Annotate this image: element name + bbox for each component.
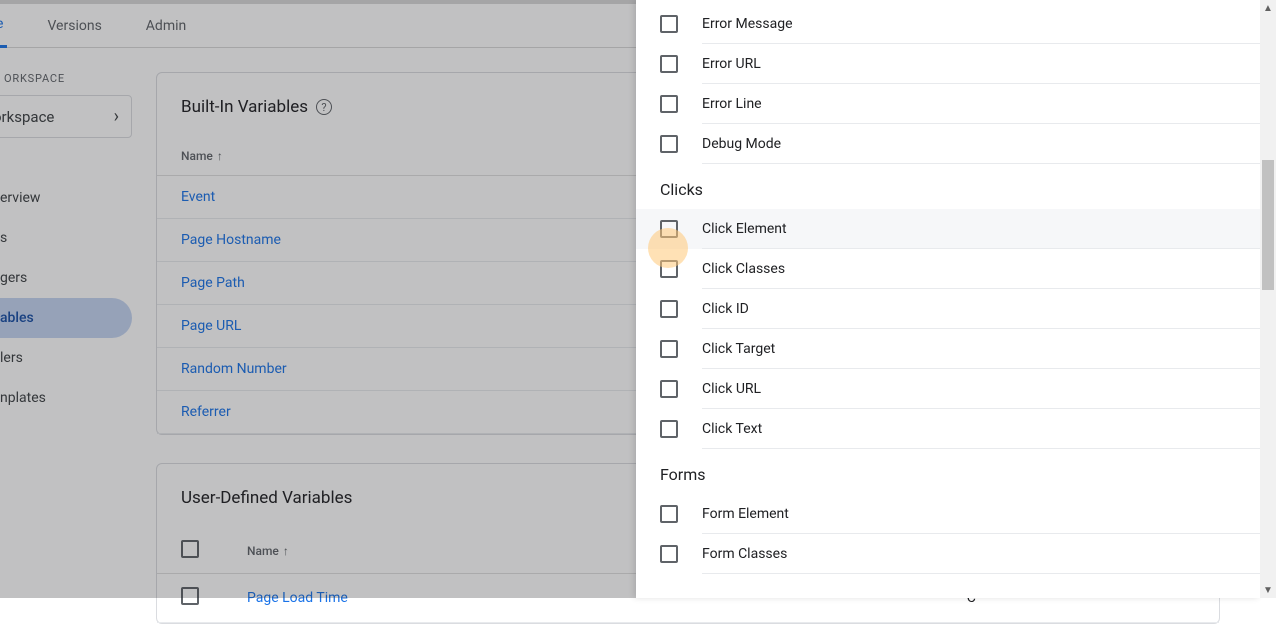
var-debug-mode[interactable]: Debug Mode (636, 124, 1260, 164)
var-label: Click ID (702, 289, 1260, 329)
var-click-element[interactable]: Click Element (636, 209, 1260, 249)
var-label: Debug Mode (702, 124, 1260, 164)
panel-scrollbar[interactable]: ▲ ▼ (1260, 0, 1276, 598)
checkbox[interactable] (660, 420, 678, 438)
checkbox[interactable] (660, 15, 678, 33)
section-title-forms: Forms (636, 449, 1260, 494)
configure-builtin-variables-panel: Error Message Error URL Error Line Debug… (636, 0, 1260, 598)
checkbox[interactable] (660, 260, 678, 278)
checkbox[interactable] (660, 135, 678, 153)
var-click-text[interactable]: Click Text (636, 409, 1260, 449)
var-label: Form Element (702, 494, 1260, 534)
panel-section-clicks: Click Element Click Classes Click ID Cli… (636, 209, 1260, 449)
var-label: Error Message (702, 4, 1260, 44)
var-error-url[interactable]: Error URL (636, 44, 1260, 84)
checkbox[interactable] (660, 505, 678, 523)
var-click-url[interactable]: Click URL (636, 369, 1260, 409)
var-error-message[interactable]: Error Message (636, 4, 1260, 44)
var-label: Click Text (702, 409, 1260, 449)
checkbox[interactable] (660, 55, 678, 73)
scroll-down-button[interactable]: ▼ (1260, 582, 1276, 598)
var-error-line[interactable]: Error Line (636, 84, 1260, 124)
checkbox[interactable] (660, 95, 678, 113)
checkbox[interactable] (660, 220, 678, 238)
var-label: Error Line (702, 84, 1260, 124)
var-label: Form Classes (702, 534, 1260, 574)
var-label: Click Element (702, 209, 1260, 249)
var-click-classes[interactable]: Click Classes (636, 249, 1260, 289)
var-form-element[interactable]: Form Element (636, 494, 1260, 534)
var-form-classes[interactable]: Form Classes (636, 534, 1260, 574)
checkbox[interactable] (660, 340, 678, 358)
panel-section-forms: Form Element Form Classes (636, 494, 1260, 574)
var-label: Click URL (702, 369, 1260, 409)
checkbox[interactable] (660, 380, 678, 398)
var-label: Click Classes (702, 249, 1260, 289)
scroll-thumb[interactable] (1262, 160, 1274, 290)
checkbox[interactable] (660, 545, 678, 563)
checkbox[interactable] (660, 300, 678, 318)
panel-section-errors: Error Message Error URL Error Line Debug… (636, 4, 1260, 164)
var-label: Error URL (702, 44, 1260, 84)
scroll-up-button[interactable]: ▲ (1260, 0, 1276, 16)
var-click-id[interactable]: Click ID (636, 289, 1260, 329)
section-title-clicks: Clicks (636, 164, 1260, 209)
var-label: Click Target (702, 329, 1260, 369)
var-click-target[interactable]: Click Target (636, 329, 1260, 369)
